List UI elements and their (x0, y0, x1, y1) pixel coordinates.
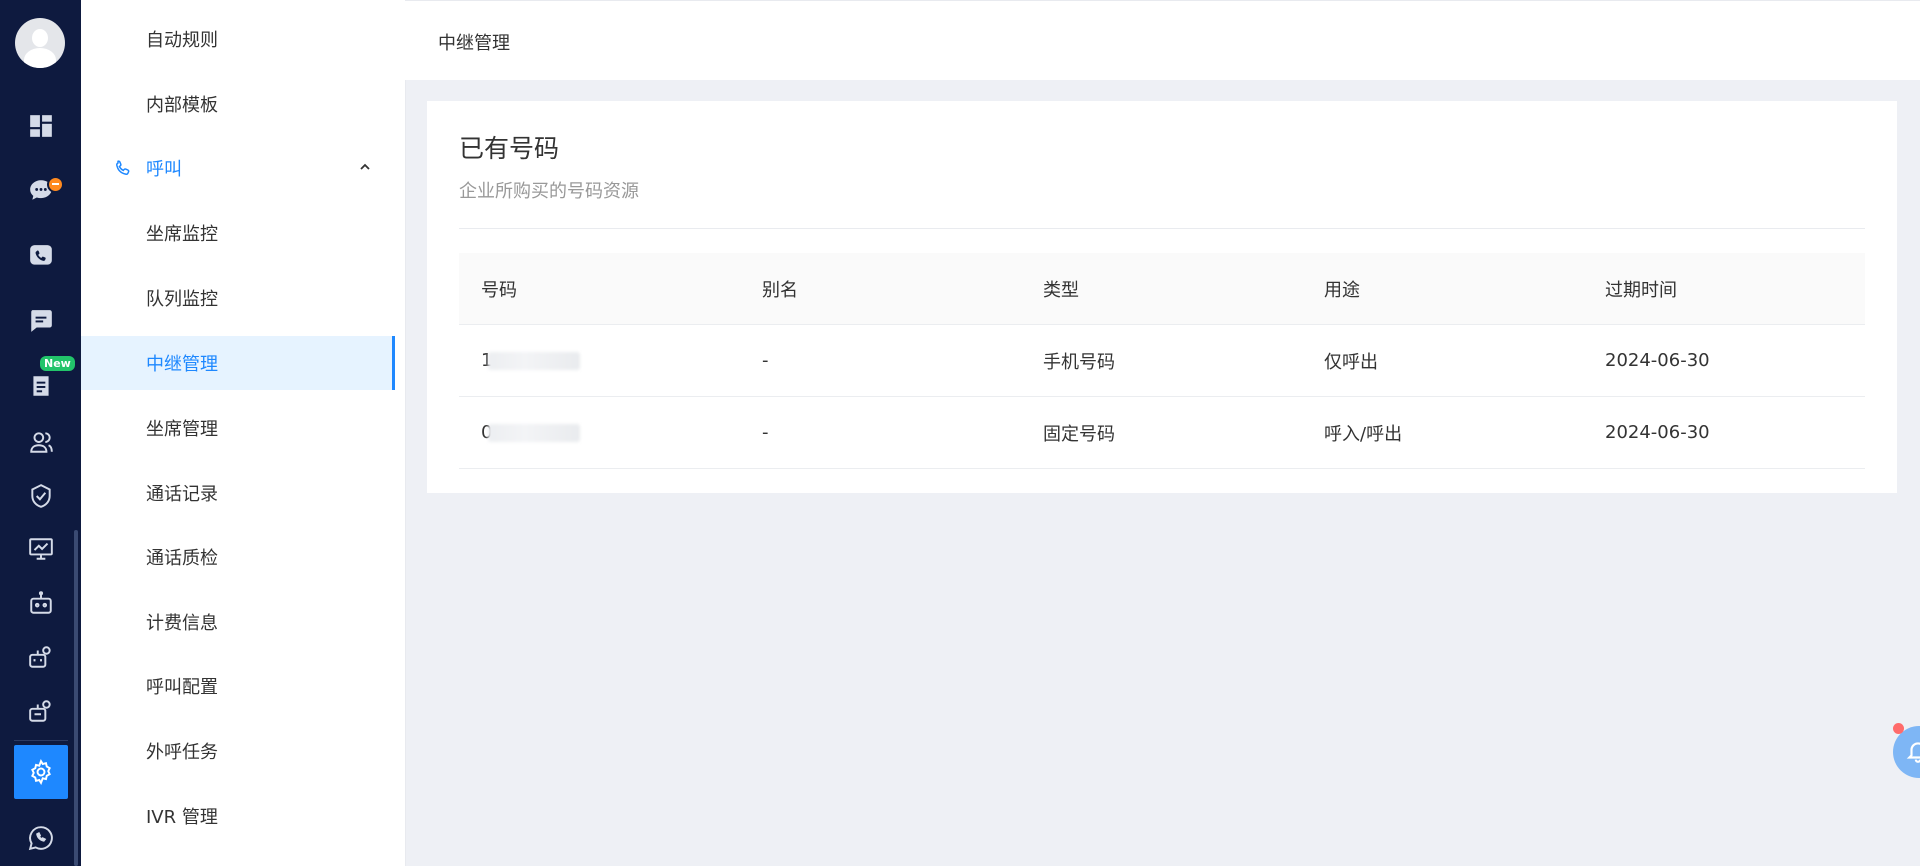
bell-icon (1906, 742, 1920, 763)
expire-cell: 2024-06-30 (1605, 350, 1710, 371)
expire-cell: 2024-06-30 (1605, 422, 1710, 443)
menu-item-billing-info[interactable]: 计费信息 (81, 595, 395, 649)
chat-icon[interactable] (0, 168, 81, 212)
number-cell: 1 (459, 350, 740, 371)
column-header: 用途 (1324, 279, 1360, 301)
menu-item-call-quality[interactable]: 通话质检 (81, 530, 395, 584)
menu-item-agent-management[interactable]: 坐席管理 (81, 401, 395, 455)
contacts-icon[interactable] (0, 420, 81, 464)
bot-settings-icon[interactable] (0, 689, 81, 733)
phone-icon (116, 160, 130, 175)
menu-group-call[interactable]: 呼叫 (81, 141, 395, 195)
floating-bell-button[interactable] (1893, 723, 1920, 778)
menu-item-queue-monitor[interactable]: 队列监控 (81, 271, 395, 325)
table-row[interactable]: 0 - 固定号码 呼入/呼出 2024-06-30 (459, 397, 1865, 469)
sub-menu: 自动规则 内部模板 呼叫 坐席监控 队列监控 中继管理 坐席管理 通话记录 通话… (81, 0, 406, 866)
chevron-up-icon[interactable] (357, 159, 373, 175)
menu-item-call-config[interactable]: 呼叫配置 (81, 659, 395, 713)
menu-item-outbound-tasks[interactable]: 外呼任务 (81, 724, 395, 778)
usage-cell: 仅呼出 (1324, 351, 1378, 373)
user-avatar[interactable] (15, 18, 65, 68)
page-header: 中继管理 (405, 0, 1920, 80)
divider (459, 228, 1865, 229)
numbers-card: 已有号码 企业所购买的号码资源 号码 别名 类型 用途 过期时间 1 - 手机号… (427, 101, 1897, 493)
menu-item-auto-rules[interactable]: 自动规则 (81, 12, 395, 66)
column-header: 类型 (1043, 279, 1079, 301)
redacted-number (488, 352, 581, 370)
table-header: 号码 别名 类型 用途 过期时间 (459, 253, 1865, 325)
icon-rail: New (0, 0, 81, 866)
redacted-number (488, 424, 581, 442)
shield-icon[interactable] (0, 474, 81, 518)
table-row[interactable]: 1 - 手机号码 仅呼出 2024-06-30 (459, 325, 1865, 397)
rail-scrollbar[interactable] (74, 530, 78, 866)
type-cell: 手机号码 (1043, 351, 1115, 373)
type-cell: 固定号码 (1043, 423, 1115, 445)
notification-badge (47, 176, 64, 193)
notification-dot (1893, 723, 1904, 734)
column-header: 号码 (481, 279, 517, 301)
numbers-table: 号码 别名 类型 用途 过期时间 1 - 手机号码 仅呼出 2024-06-30… (459, 253, 1865, 469)
alias-cell: - (762, 422, 769, 443)
whatsapp-icon[interactable] (0, 816, 81, 860)
usage-cell: 呼入/呼出 (1324, 423, 1403, 445)
card-title: 已有号码 (459, 134, 560, 163)
alias-cell: - (762, 350, 769, 371)
menu-item-agent-monitor[interactable]: 坐席监控 (81, 206, 395, 260)
card-subtitle: 企业所购买的号码资源 (459, 181, 639, 202)
gear-icon[interactable] (14, 745, 68, 799)
rail-divider (14, 740, 68, 741)
ticket-icon[interactable]: New (0, 356, 81, 408)
column-header: 过期时间 (1605, 279, 1677, 301)
menu-item-trunk-management[interactable]: 中继管理 (81, 336, 395, 390)
bot-team-icon[interactable] (0, 635, 81, 679)
phone-icon[interactable] (0, 234, 81, 278)
menu-item-internal-templates[interactable]: 内部模板 (81, 77, 395, 131)
dashboard-icon[interactable] (0, 104, 81, 148)
new-badge: New (40, 356, 75, 371)
column-header: 别名 (762, 279, 798, 301)
page-title: 中继管理 (438, 33, 510, 54)
menu-item-ivr-management[interactable]: IVR 管理 (81, 789, 395, 843)
menu-item-call-records[interactable]: 通话记录 (81, 466, 395, 520)
monitor-chart-icon[interactable] (0, 527, 81, 571)
number-cell: 0 (459, 422, 740, 443)
robot-icon[interactable] (0, 581, 81, 625)
message-icon[interactable] (0, 299, 81, 343)
